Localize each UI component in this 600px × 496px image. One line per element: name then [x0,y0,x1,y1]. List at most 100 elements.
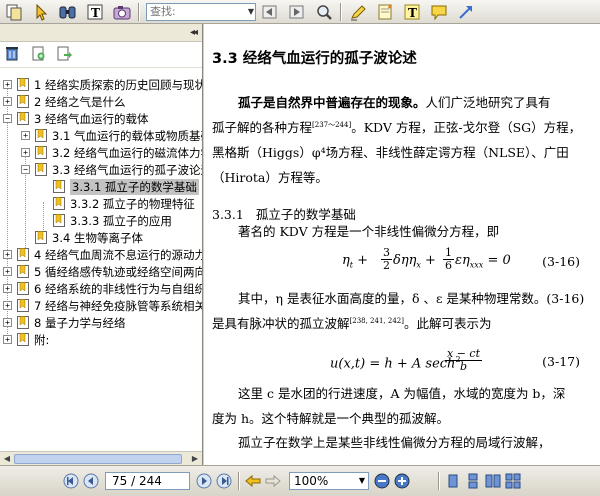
continuous-facing-view-icon[interactable] [504,472,522,490]
binoculars-icon[interactable] [56,1,79,23]
select-arrow-icon[interactable] [29,1,52,23]
section-title: 3.3 经络气血运行的孤子波论述 [212,51,417,67]
back-icon[interactable] [244,472,262,490]
paragraph-4: 这里 c 是水团的行进速度，A 为幅值，水域的宽度为 b，深 度为 h。这个特解… [212,386,566,426]
tree-item-3-3-2[interactable]: 3.3.2 孤立子的物理特征 [53,195,195,212]
expand-icon[interactable]: + [3,335,12,344]
expand-icon[interactable]: + [21,148,30,157]
search-prev-icon[interactable] [258,1,281,23]
bookmark-icon [17,316,29,329]
tree-item-3-3[interactable]: − 3.3 经络气血运行的孤子波论述 [21,161,202,178]
collapse-panel-icon[interactable]: ◂◂ [190,27,198,38]
tree-item-3[interactable]: − 3 经络气血运行的载体 [3,110,148,127]
expand-icon[interactable]: + [3,284,12,293]
single-page-view-icon[interactable] [444,472,462,490]
expand-icon[interactable]: + [21,131,30,140]
tree-item-appendix[interactable]: + 附: [3,331,49,348]
scroll-thumb[interactable] [14,454,182,464]
expand-icon[interactable]: + [3,318,12,327]
note-icon[interactable] [373,1,396,23]
search-input[interactable] [147,3,247,20]
add-bookmark-icon[interactable] [30,45,46,64]
expand-icon[interactable]: + [3,301,12,310]
main-toolbar: T ▼ T [0,0,600,24]
expand-icon[interactable]: + [3,97,12,106]
pdf-reader-window: T ▼ T [0,0,600,496]
tree-item-7[interactable]: + 7 经络与神经免疫脉管等系统相关 [3,297,202,314]
zoom-out-icon[interactable] [373,472,391,490]
search-zoom-icon[interactable] [312,1,335,23]
tree-item-8[interactable]: + 8 量子力学与经络 [3,314,125,331]
facing-view-icon[interactable] [484,472,502,490]
chevron-down-icon[interactable]: ▼ [356,473,368,489]
text-select-icon[interactable]: T [83,1,106,23]
arrow-tool-icon[interactable] [454,1,477,23]
comment-icon[interactable] [427,1,450,23]
tree-item-3-1[interactable]: + 3.1 气血运行的载体或物质基础 [21,127,202,144]
tree-item-1[interactable]: + 1 经络实质探索的历史回顾与现状 [3,76,202,93]
bookmark-icon [35,129,47,142]
zoom-select[interactable]: 100% ▼ [289,472,369,490]
bookmark-icon [17,248,29,261]
scroll-right-icon[interactable]: ▶ [189,453,201,465]
paragraph-2: 著名的 KDV 方程是一个非线性偏微分方程，即 [238,224,500,239]
toolbar-separator [138,2,139,21]
collapse-icon[interactable]: − [21,165,30,174]
previous-page-icon[interactable] [82,472,100,490]
bookmark-icon [17,95,29,108]
forward-icon[interactable] [264,472,282,490]
bookmark-icon [53,214,65,227]
tree-item-6[interactable]: + 6 经络系统的非线性行为与自组织 [3,280,202,297]
expand-icon[interactable]: + [3,80,12,89]
bookmark-tree: + 1 经络实质探索的历史回顾与现状 + 2 经络之气是什么 − 3 经络气血运… [0,72,202,452]
search-next-icon[interactable] [285,1,308,23]
camera-icon[interactable] [110,1,133,23]
search-field[interactable]: ▼ [146,2,256,21]
bookmarks-panel-header: ◂◂ [0,24,202,42]
highlighter-icon[interactable] [346,1,369,23]
equation-3-17: u(x,t) = h + A sech2 x − ct b (3-17) [330,347,580,373]
delete-icon[interactable] [4,45,20,64]
bookmark-icon [53,180,65,193]
tree-item-3-3-1[interactable]: 3.3.1 孤立子的数学基础 [53,178,199,195]
status-separator [438,472,439,490]
copy-pages-icon[interactable] [2,1,25,23]
text-tool-icon[interactable]: T [400,1,423,23]
tree-item-4[interactable]: + 4 经络气血周流不息运行的源动力 [3,246,202,263]
expand-icon[interactable]: + [3,250,12,259]
first-page-icon[interactable] [62,472,80,490]
svg-text:T: T [91,6,100,20]
bookmarks-toolbar [0,42,202,68]
bookmark-icon [35,163,47,176]
paragraph-1: 孤子是自然界中普遍存在的现象。人们广泛地研究了具有 孤子解的各种方程[237～2… [212,95,582,185]
bookmark-icon [53,197,65,210]
next-page-icon[interactable] [195,472,213,490]
paragraph-5: 孤立子在数学上是某些非线性偏微分方程的局域行波解， [238,435,551,450]
equation-3-16: ηt + 32 δηηx + 16 εηxxx = 0 (3-16) [342,246,580,272]
bookmark-icon [17,78,29,91]
expand-icon[interactable]: + [3,267,12,276]
export-icon[interactable] [56,45,72,64]
toolbar-separator [340,2,341,21]
bookmark-icon [17,112,29,125]
page-number-field[interactable]: 75 / 244 [105,472,190,490]
bookmark-icon [17,282,29,295]
zoom-in-icon[interactable] [393,472,411,490]
bookmark-icon [17,299,29,312]
last-page-icon[interactable] [215,472,233,490]
horizontal-scrollbar[interactable]: ◀ ▶ [0,451,202,465]
continuous-view-icon[interactable] [464,472,482,490]
bookmark-icon [35,146,47,159]
chevron-down-icon[interactable]: ▼ [247,4,255,20]
bookmark-icon [17,265,29,278]
bookmarks-panel: ◂◂ + 1 经络实质探索的历史回顾与现状 + 2 经络之气是什么 − 3 经络… [0,24,203,465]
tree-item-2[interactable]: + 2 经络之气是什么 [3,93,125,110]
tree-item-3-2[interactable]: + 3.2 经络气血运行的磁流体力学 [21,144,202,161]
tree-item-3-3-3[interactable]: 3.3.3 孤立子的应用 [53,212,172,229]
tree-item-5[interactable]: + 5 循经络感传轨迹或经络空间两向性 [3,263,202,280]
tree-item-3-4[interactable]: 3.4 生物等离子体 [35,229,143,246]
document-view[interactable]: 3.3 经络气血运行的孤子波论述 孤子是自然界中普遍存在的现象。人们广泛地研究了… [204,24,600,465]
status-separator [238,472,239,490]
collapse-icon[interactable]: − [3,114,12,123]
scroll-left-icon[interactable]: ◀ [1,453,13,465]
